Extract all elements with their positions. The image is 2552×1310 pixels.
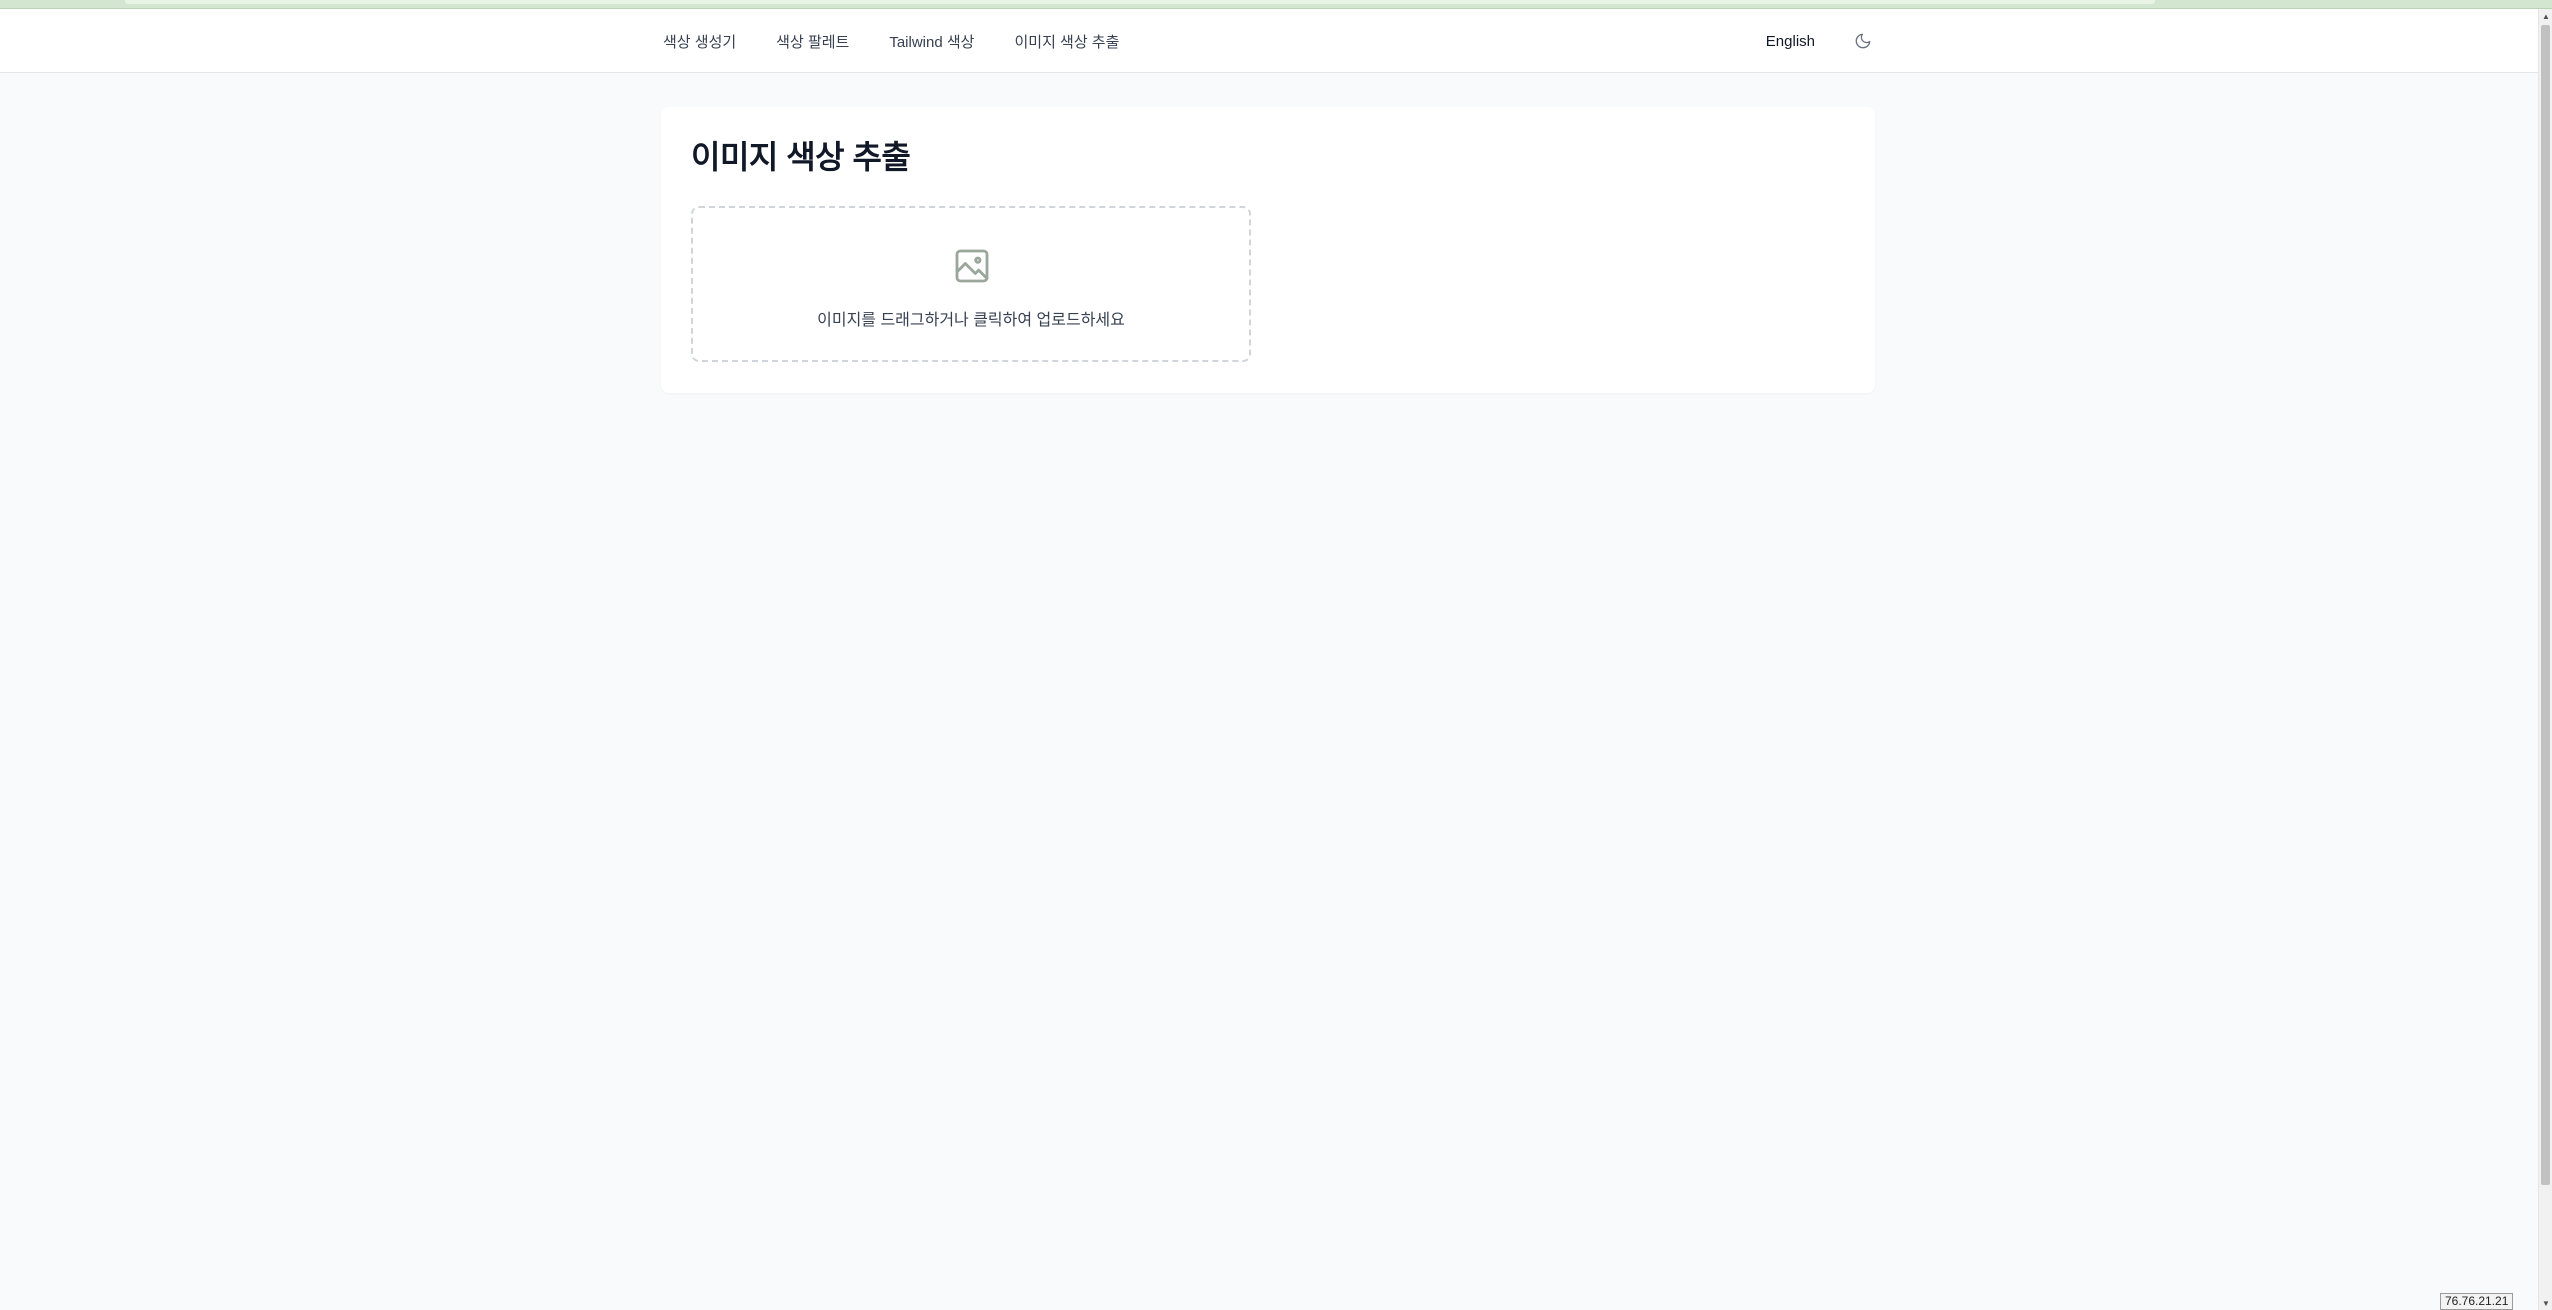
nav-link-color-palette[interactable]: 색상 팔레트 <box>776 31 849 52</box>
browser-tab-strip <box>125 0 2155 4</box>
nav-right-controls: English <box>1766 9 1875 73</box>
nav-link-image-color-extract[interactable]: 이미지 색상 추출 <box>1014 31 1119 52</box>
image-upload-dropzone[interactable]: 이미지를 드래그하거나 클릭하여 업로드하세요 <box>691 206 1251 362</box>
nav-link-color-generator[interactable]: 색상 생성기 <box>663 31 736 52</box>
image-icon <box>955 249 989 283</box>
page-title: 이미지 색상 추출 <box>691 139 911 175</box>
browser-top-accent <box>0 0 2552 9</box>
scroll-down-arrow-icon[interactable]: ▼ <box>2539 1296 2552 1310</box>
dropzone-hint-text: 이미지를 드래그하거나 클릭하여 업로드하세요 <box>817 312 1125 329</box>
language-switch-button[interactable]: English <box>1766 33 1815 50</box>
moon-icon <box>1855 33 1871 49</box>
top-navbar: 색상 생성기 색상 팔레트 Tailwind 색상 이미지 색상 추출 Engl… <box>0 9 2538 73</box>
nav-links: 색상 생성기 색상 팔레트 Tailwind 색상 이미지 색상 추출 <box>663 9 1159 73</box>
theme-toggle-button[interactable] <box>1851 29 1875 53</box>
vertical-scrollbar[interactable]: ▲ ▼ <box>2538 9 2552 1310</box>
scrollbar-thumb[interactable] <box>2541 25 2550 1185</box>
ip-address-label: 76.76.21.21 <box>2440 1293 2514 1310</box>
scroll-up-arrow-icon[interactable]: ▲ <box>2539 9 2552 23</box>
navbar-container: 색상 생성기 색상 팔레트 Tailwind 색상 이미지 색상 추출 Engl… <box>663 9 1875 73</box>
image-extract-card: 이미지 색상 추출 이미지를 드래그하거나 클릭하여 업로드하세요 <box>661 107 1875 393</box>
nav-link-tailwind-colors[interactable]: Tailwind 색상 <box>889 31 974 52</box>
